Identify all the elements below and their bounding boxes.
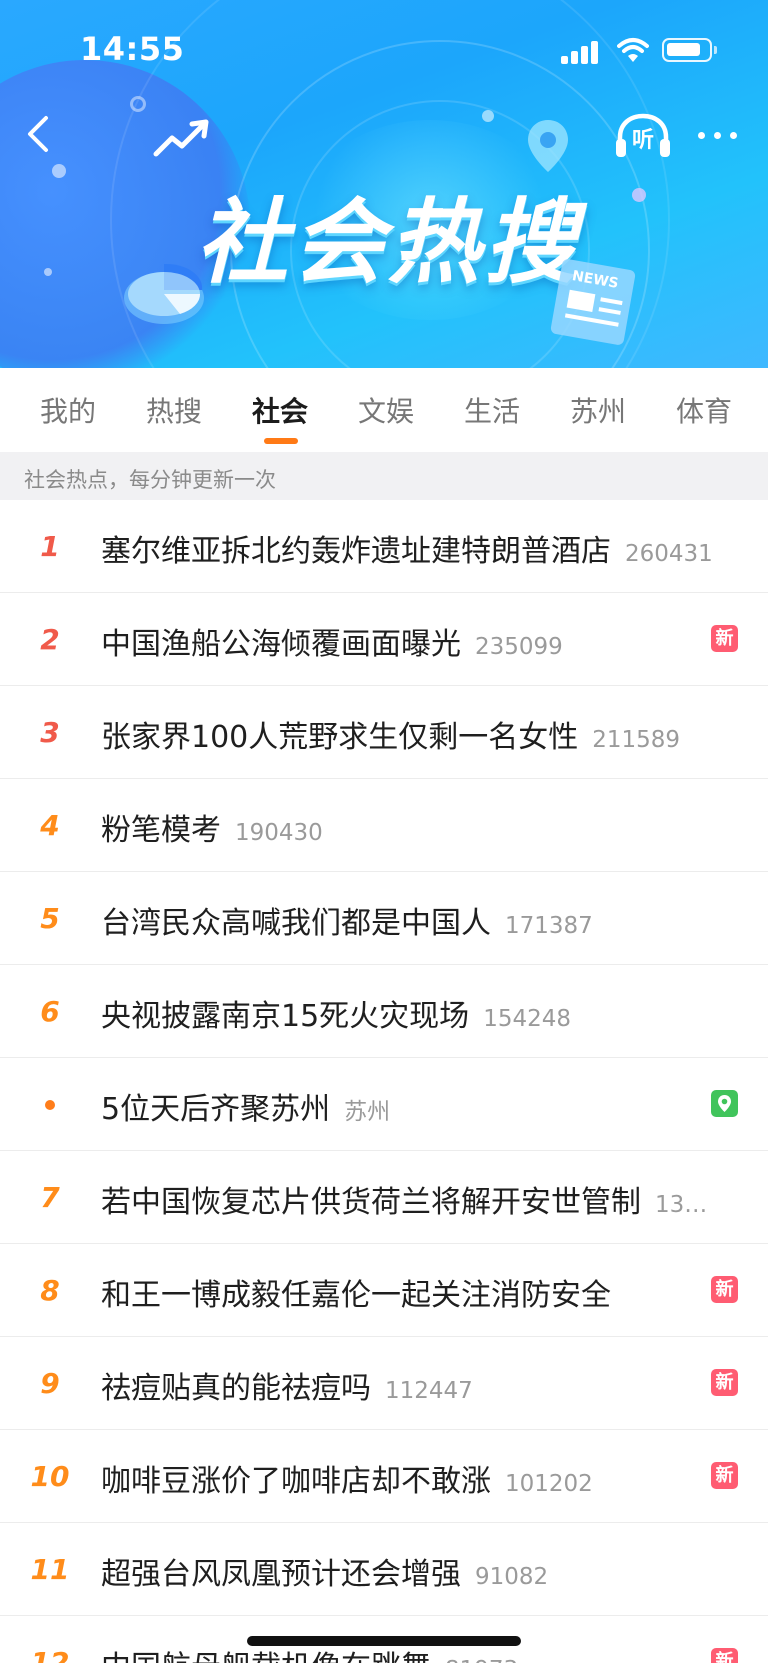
back-button[interactable] (18, 112, 62, 156)
new-badge: 新 (711, 1276, 738, 1303)
item-count: 154248 (483, 1006, 571, 1032)
rank-number: 10 (30, 1460, 70, 1493)
tab-sports[interactable]: 体育 (676, 390, 732, 430)
rank-number: 2 (40, 623, 60, 656)
new-badge: 新 (711, 1369, 738, 1396)
signal-icon (561, 40, 601, 64)
rank-number: 6 (40, 995, 60, 1028)
decor-dot (44, 268, 52, 276)
trend-arrow-icon (153, 119, 209, 157)
rank-number: 5 (40, 902, 60, 935)
headphones-icon: 听 (616, 113, 670, 157)
active-tab-indicator (264, 438, 298, 444)
item-count: 112447 (385, 1378, 473, 1404)
list-item[interactable]: 9 祛痘贴真的能祛痘吗 112447 新 (0, 1337, 768, 1430)
list-item[interactable]: 10 咖啡豆涨价了咖啡店却不敢涨 101202 新 (0, 1430, 768, 1523)
list-item-promoted[interactable]: 5位天后齐聚苏州 苏州 (0, 1058, 768, 1151)
item-count: 235099 (475, 634, 563, 660)
more-button[interactable] (694, 118, 744, 152)
tab-life[interactable]: 生活 (464, 390, 520, 430)
item-count: 81973 (445, 1657, 518, 1663)
status-bar: 14:55 (0, 0, 768, 100)
list-item[interactable]: 3 张家界100人荒野求生仅剩一名女性 211589 (0, 686, 768, 779)
item-title: 粉笔模考 (101, 813, 221, 848)
decor-dot (52, 164, 66, 178)
page-title: 社会热搜 (195, 189, 580, 296)
decor-dot (632, 188, 646, 202)
item-title: 中国渔船公海倾覆画面曝光 (101, 627, 461, 662)
item-count: 260431 (625, 541, 713, 567)
item-title: 和王一博成毅任嘉伦一起关注消防安全 (101, 1278, 611, 1313)
item-count: 101202 (505, 1471, 593, 1497)
news-paper-icon: NEWS (548, 258, 644, 346)
list-item[interactable]: 4 粉笔模考 190430 (0, 779, 768, 872)
item-title: 咖啡豆涨价了咖啡店却不敢涨 (101, 1464, 491, 1499)
new-badge: 新 (711, 1648, 738, 1663)
item-title: 张家界100人荒野求生仅剩一名女性 (101, 720, 579, 755)
new-badge: 新 (711, 1462, 738, 1489)
tab-hot-search[interactable]: 热搜 (146, 390, 202, 430)
item-title: 祛痘贴真的能祛痘吗 (101, 1371, 371, 1406)
list-item[interactable]: 8 和王一博成毅任嘉伦一起关注消防安全 新 (0, 1244, 768, 1337)
item-count: 190430 (235, 820, 323, 846)
tab-mine[interactable]: 我的 (40, 390, 96, 430)
rank-number: 12 (30, 1646, 70, 1663)
home-indicator[interactable] (247, 1636, 521, 1646)
tab-society[interactable]: 社会 (252, 390, 308, 430)
item-title: 若中国恢复芯片供货荷兰将解开安世管制 (101, 1185, 641, 1220)
category-tabs: 我的 热搜 社会 文娱 生活 苏州 体育 (0, 368, 768, 452)
rank-number: 8 (40, 1274, 60, 1307)
header-banner: 14:55 听 社会热搜 NEWS (0, 0, 768, 368)
location-pin-icon (528, 120, 568, 172)
list-item[interactable]: 11 超强台风凤凰预计还会增强 91082 (0, 1523, 768, 1616)
list-item[interactable]: 7 若中国恢复芯片供货荷兰将解开安世管制 13… (0, 1151, 768, 1244)
rank-number: 7 (40, 1181, 60, 1214)
list-item[interactable]: 6 央视披露南京15死火灾现场 154248 (0, 965, 768, 1058)
new-badge: 新 (711, 625, 738, 652)
tab-entertainment[interactable]: 文娱 (358, 390, 414, 430)
battery-icon (662, 38, 717, 62)
rank-number: 1 (40, 530, 60, 563)
wifi-icon (617, 38, 649, 62)
decor-dot (482, 110, 494, 122)
update-notice-text: 社会热点，每分钟更新一次 (24, 468, 276, 492)
list-item[interactable]: 1 塞尔维亚拆北约轰炸遗址建特朗普酒店 260431 (0, 500, 768, 593)
item-title: 5位天后齐聚苏州 (101, 1092, 331, 1127)
list-item[interactable]: 5 台湾民众高喊我们都是中国人 171387 (0, 872, 768, 965)
update-notice: 社会热点，每分钟更新一次 (0, 452, 768, 500)
item-count: 13… (655, 1192, 708, 1218)
hot-search-list: 1 塞尔维亚拆北约轰炸遗址建特朗普酒店 260431 2 中国渔船公海倾覆画面曝光… (0, 500, 768, 1663)
item-location: 苏州 (344, 1099, 391, 1125)
item-title: 超强台风凤凰预计还会增强 (101, 1557, 461, 1592)
item-title: 中国航母舰载机像在跳舞 (101, 1650, 431, 1663)
location-badge-icon (711, 1090, 738, 1117)
listen-button[interactable]: 听 (614, 113, 672, 159)
item-title: 央视披露南京15死火灾现场 (101, 999, 470, 1034)
rank-number: 4 (40, 809, 60, 842)
item-title: 塞尔维亚拆北约轰炸遗址建特朗普酒店 (101, 534, 611, 569)
pie-chart-decor-icon (124, 263, 204, 324)
svg-text:听: 听 (632, 128, 654, 153)
promoted-dot (45, 1100, 55, 1110)
tab-suzhou[interactable]: 苏州 (570, 390, 626, 430)
list-item[interactable]: 2 中国渔船公海倾覆画面曝光 235099 新 (0, 593, 768, 686)
item-count: 211589 (592, 727, 681, 753)
rank-number: 9 (40, 1367, 60, 1400)
item-title: 台湾民众高喊我们都是中国人 (101, 906, 491, 941)
rank-number: 3 (40, 716, 60, 749)
item-count: 91082 (475, 1564, 549, 1590)
rank-number: 11 (30, 1553, 70, 1586)
status-time: 14:55 (80, 30, 185, 68)
item-count: 171387 (505, 913, 593, 939)
